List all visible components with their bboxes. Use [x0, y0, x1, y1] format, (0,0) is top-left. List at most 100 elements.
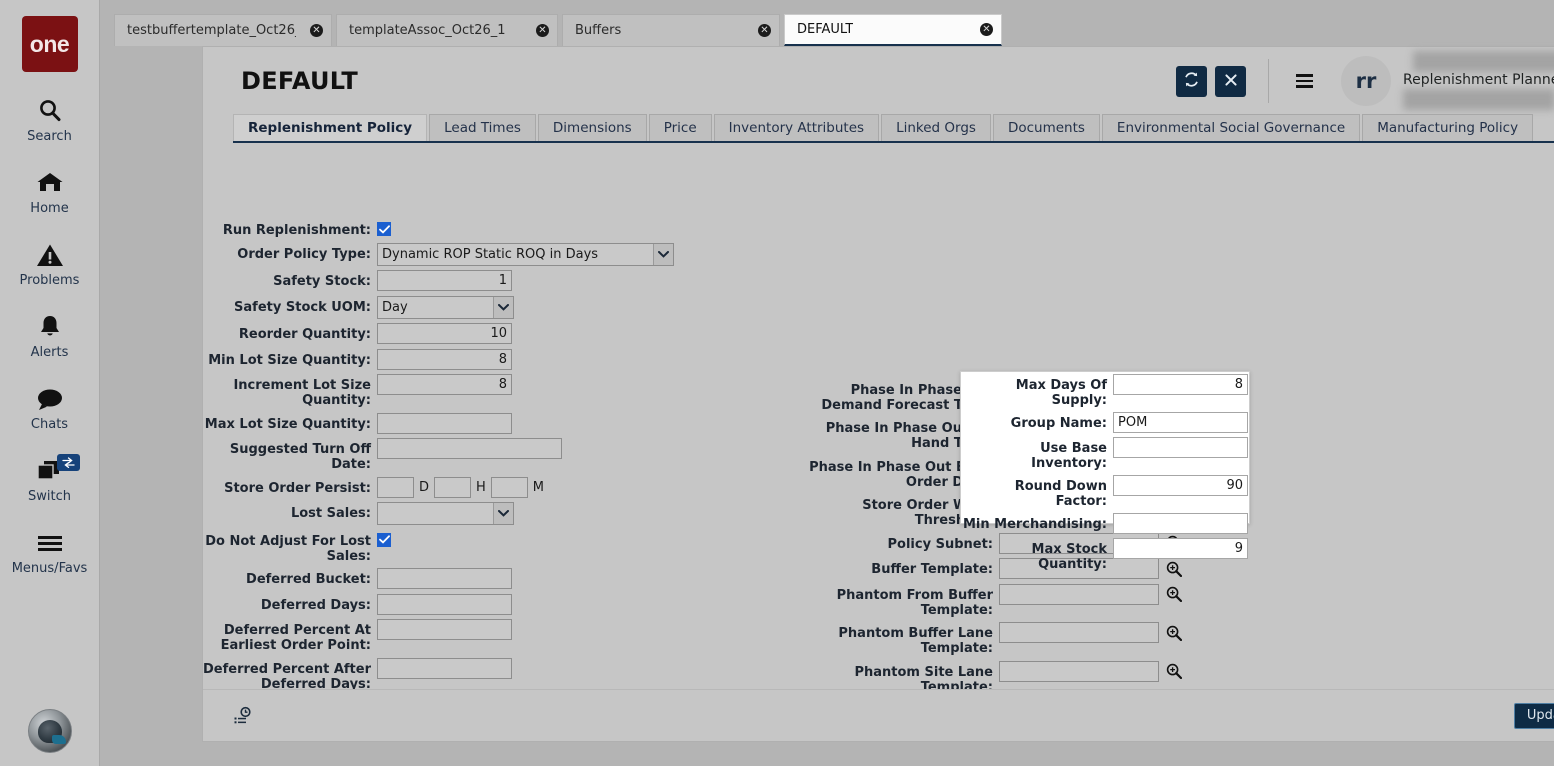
run-replenishment-checkbox[interactable]	[377, 222, 391, 236]
close-icon[interactable]: ✕	[310, 24, 323, 37]
field-label: Use Base Inventory:	[961, 437, 1107, 471]
safety-stock-uom-select[interactable]: Day	[377, 296, 514, 319]
safety-stock-input[interactable]	[377, 270, 512, 291]
field-lost-sales: Lost Sales:	[203, 502, 723, 525]
sidebar-item-label: Search	[27, 129, 72, 144]
tab-label: Lead Times	[444, 120, 521, 136]
field-deferred-percent-at-earliest-order-point: Deferred Percent At Earliest Order Point…	[203, 619, 723, 653]
field-safety-stock-uom: Safety Stock UOM: Day	[203, 296, 723, 319]
deferred-days-input[interactable]	[377, 594, 512, 615]
refresh-button[interactable]	[1176, 66, 1207, 97]
phantom-site-lane-template-input[interactable]	[999, 661, 1159, 682]
unit-hours: H	[476, 480, 486, 495]
store-order-persist-days-input[interactable]	[377, 477, 414, 498]
round-down-factor-input[interactable]	[1113, 475, 1248, 496]
field-min-lot-size-quantity: Min Lot Size Quantity:	[203, 349, 723, 370]
form-scroll-region: Run Replenishment: Order Policy Type: Dy…	[203, 199, 1554, 689]
field-label: Max Lot Size Quantity:	[203, 413, 371, 432]
tab-label: Manufacturing Policy	[1377, 120, 1518, 136]
document-tab[interactable]: templateAssoc_Oct26_1 ✕	[336, 14, 558, 46]
chat-bubble-icon	[36, 384, 64, 414]
hamburger-menu-icon[interactable]	[1287, 64, 1321, 98]
tab-dimensions[interactable]: Dimensions	[538, 114, 647, 141]
magnifier-plus-icon[interactable]	[1165, 586, 1182, 603]
min-lot-size-quantity-input[interactable]	[377, 349, 512, 370]
field-label: Phantom From Buffer Template:	[803, 584, 993, 618]
document-tab[interactable]: testbuffertemplate_Oct26_1 ✕	[114, 14, 332, 46]
field-label: Group Name:	[961, 412, 1107, 431]
field-suggested-turn-off-date: Suggested Turn Off Date:	[203, 438, 723, 472]
suggested-turn-off-date-input[interactable]	[377, 438, 562, 459]
tab-manufacturing-policy[interactable]: Manufacturing Policy	[1362, 114, 1533, 141]
min-merchandising-input[interactable]	[1113, 513, 1248, 534]
phantom-from-buffer-template-input[interactable]	[999, 584, 1159, 605]
sidebar-item-problems[interactable]: Problems	[0, 240, 100, 288]
tab-inventory-attributes[interactable]: Inventory Attributes	[714, 114, 879, 141]
user-avatar-photo[interactable]	[28, 709, 72, 753]
max-lot-size-quantity-input[interactable]	[377, 413, 512, 434]
deferred-percent-after-deferred-days-input[interactable]	[377, 658, 512, 679]
document-tab-active[interactable]: DEFAULT ✕	[784, 14, 1002, 46]
app-logo[interactable]: one	[22, 16, 78, 72]
store-order-persist-minutes-input[interactable]	[491, 477, 528, 498]
field-label: Reorder Quantity:	[203, 323, 371, 342]
avatar[interactable]: rr	[1341, 56, 1391, 106]
tab-label: Environmental Social Governance	[1117, 120, 1345, 136]
tab-lead-times[interactable]: Lead Times	[429, 114, 536, 141]
store-order-persist-hours-input[interactable]	[434, 477, 471, 498]
tab-environmental-social-governance[interactable]: Environmental Social Governance	[1102, 114, 1360, 141]
sidebar-item-switch[interactable]: Switch	[0, 456, 100, 504]
do-not-adjust-for-lost-sales-checkbox[interactable]	[377, 533, 391, 547]
tab-label: Linked Orgs	[896, 120, 976, 136]
close-icon[interactable]: ✕	[758, 24, 771, 37]
section-tabs: Replenishment Policy Lead Times Dimensio…	[233, 115, 1554, 143]
close-record-button[interactable]	[1215, 66, 1246, 97]
deferred-percent-at-earliest-order-point-input[interactable]	[377, 619, 512, 640]
sidebar-item-home[interactable]: Home	[0, 168, 100, 216]
field-label: Round Down Factor:	[961, 475, 1107, 509]
update-button[interactable]: Update	[1514, 703, 1554, 729]
form-column-left: Run Replenishment: Order Policy Type: Dy…	[203, 219, 723, 689]
field-label: Suggested Turn Off Date:	[203, 438, 371, 472]
group-name-input[interactable]	[1113, 412, 1248, 433]
tab-linked-orgs[interactable]: Linked Orgs	[881, 114, 991, 141]
unit-days: D	[419, 480, 429, 495]
increment-lot-size-quantity-input[interactable]	[377, 374, 512, 395]
sidebar-item-search[interactable]: Search	[0, 96, 100, 144]
unit-minutes: M	[533, 480, 544, 495]
field-reorder-quantity: Reorder Quantity:	[203, 323, 723, 344]
order-policy-type-select[interactable]: Dynamic ROP Static ROQ in Days	[377, 243, 674, 266]
max-stock-quantity-input[interactable]	[1113, 538, 1248, 559]
magnifier-plus-icon[interactable]	[1165, 624, 1182, 641]
lost-sales-select[interactable]	[377, 502, 514, 525]
document-tab[interactable]: Buffers ✕	[562, 14, 780, 46]
refresh-icon	[1183, 71, 1200, 91]
field-do-not-adjust-for-lost-sales: Do Not Adjust For Lost Sales:	[203, 530, 723, 564]
field-round-down-factor: Round Down Factor:	[961, 475, 1249, 509]
swap-arrows-icon[interactable]	[57, 454, 80, 471]
sidebar-item-alerts[interactable]: Alerts	[0, 312, 100, 360]
select-value: Day	[378, 300, 493, 315]
tab-price[interactable]: Price	[649, 114, 712, 141]
tab-replenishment-policy[interactable]: Replenishment Policy	[233, 114, 427, 141]
history-log-icon[interactable]	[233, 706, 253, 726]
field-label: Store Order Persist:	[203, 477, 371, 496]
tab-documents[interactable]: Documents	[993, 114, 1100, 141]
tab-label: Inventory Attributes	[729, 120, 864, 136]
close-icon[interactable]: ✕	[536, 24, 549, 37]
field-deferred-bucket: Deferred Bucket:	[203, 568, 723, 589]
max-days-of-supply-input[interactable]	[1113, 374, 1248, 395]
deferred-bucket-input[interactable]	[377, 568, 512, 589]
sidebar-item-chats[interactable]: Chats	[0, 384, 100, 432]
use-base-inventory-input[interactable]	[1113, 437, 1248, 458]
record-panel: DEFAULT rr	[202, 46, 1554, 742]
phantom-buffer-lane-template-input[interactable]	[999, 622, 1159, 643]
field-phantom-from-buffer-template: Phantom From Buffer Template:	[803, 584, 1323, 618]
close-icon[interactable]: ✕	[980, 23, 993, 36]
field-label: Lost Sales:	[203, 502, 371, 521]
magnifier-plus-icon[interactable]	[1165, 663, 1182, 680]
form-body: Run Replenishment: Order Policy Type: Dy…	[203, 199, 1554, 689]
sidebar-item-menus-favs[interactable]: Menus/Favs	[0, 528, 100, 576]
reorder-quantity-input[interactable]	[377, 323, 512, 344]
app-logo-text: one	[30, 31, 69, 58]
